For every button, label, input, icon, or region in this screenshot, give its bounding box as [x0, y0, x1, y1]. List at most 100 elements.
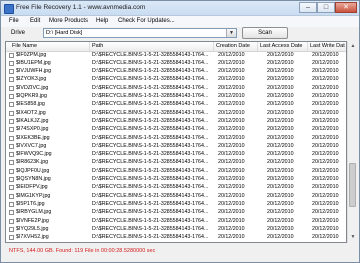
table-row[interactable]: $IKALKJZ.jpg D:\$RECYCLE.BIN\S-1-5-21-328…	[6, 117, 346, 126]
table-row[interactable]: $IFWVQ9C.jpg D:\$RECYCLE.BIN\S-1-5-21-328…	[6, 151, 346, 160]
menu-help[interactable]: Help	[96, 18, 108, 24]
row-checkbox[interactable]	[9, 127, 14, 133]
column-header-last-write-date[interactable]: Last Write Dat	[310, 43, 345, 49]
column-header-path[interactable]: Path	[92, 43, 103, 49]
menu-more-products[interactable]: More Products	[49, 18, 88, 24]
minimize-button[interactable]: –	[299, 2, 317, 13]
last-write-date-cell: 20/12/2010	[312, 176, 339, 182]
last-access-date-cell: 20/12/2010	[267, 217, 294, 224]
last-access-date-cell: 20/12/2010	[267, 176, 294, 182]
last-access-date-cell: 20/12/2010	[267, 134, 294, 141]
path-cell: D:\$RECYCLE.BIN\S-1-5-21-3285584143-1764…	[92, 109, 209, 116]
table-row[interactable]: $I5P1T6.jpg D:\$RECYCLE.BIN\S-1-5-21-3285…	[6, 200, 346, 209]
table-row[interactable]: $IVXVC7.jpg D:\$RECYCLE.BIN\S-1-5-21-3285…	[6, 142, 346, 151]
table-row[interactable]: $IX4OT2.jpg D:\$RECYCLE.BIN\S-1-5-21-3285…	[6, 109, 346, 118]
table-row[interactable]: $IMG1KYP.jpg D:\$RECYCLE.BIN\S-1-5-21-328…	[6, 192, 346, 201]
last-access-date-cell: 20/12/2010	[267, 209, 294, 216]
last-access-date-cell: 20/12/2010	[267, 225, 294, 232]
row-checkbox[interactable]	[9, 210, 14, 216]
path-cell: D:\$RECYCLE.BIN\S-1-5-21-3285584143-1764…	[92, 234, 209, 241]
row-checkbox[interactable]	[9, 77, 14, 83]
row-checkbox[interactable]	[9, 110, 14, 116]
last-write-date-cell: 20/12/2010	[312, 59, 339, 66]
file-name-cell: $IRBYGLM.jpg	[16, 209, 52, 216]
column-header-creation-date[interactable]: Creation Date	[216, 43, 250, 49]
menu-edit[interactable]: Edit	[30, 18, 40, 24]
scroll-up-icon[interactable]: ▲	[349, 42, 357, 50]
table-row[interactable]: $I7XVH52.jpg D:\$RECYCLE.BIN\S-1-5-21-328…	[6, 234, 346, 242]
path-cell: D:\$RECYCLE.BIN\S-1-5-21-3285584143-1764…	[92, 59, 209, 66]
scroll-down-icon[interactable]: ▼	[349, 233, 357, 241]
file-name-cell: $IVJUWFH.jpg	[16, 68, 52, 75]
last-write-date-cell: 20/12/2010	[312, 234, 339, 241]
row-checkbox[interactable]	[9, 69, 14, 75]
title-bar[interactable]: Free File Recovery 1.1 - www.avnmedia.co…	[1, 1, 359, 16]
drive-select[interactable]: D:\ [Hard Disk] ▼	[43, 28, 237, 38]
column-header-file-name[interactable]: File Name	[12, 43, 37, 49]
row-checkbox[interactable]	[9, 201, 14, 207]
row-checkbox[interactable]	[9, 52, 14, 58]
row-checkbox[interactable]	[9, 193, 14, 199]
table-row[interactable]: $IVNFE2P.jpg D:\$RECYCLE.BIN\S-1-5-21-328…	[6, 217, 346, 226]
path-cell: D:\$RECYCLE.BIN\S-1-5-21-3285584143-1764…	[92, 51, 209, 58]
row-checkbox[interactable]	[9, 160, 14, 166]
close-button[interactable]: ✕	[335, 2, 357, 13]
last-write-date-cell: 20/12/2010	[312, 142, 339, 149]
column-divider[interactable]	[257, 42, 258, 51]
row-checkbox[interactable]	[9, 168, 14, 174]
creation-date-cell: 20/12/2010	[218, 142, 245, 149]
table-row[interactable]: $I74SXP0.jpg D:\$RECYCLE.BIN\S-1-5-21-328…	[6, 126, 346, 135]
table-row[interactable]: $IF0ZPM.jpg D:\$RECYCLE.BIN\S-1-5-21-3285…	[6, 51, 346, 60]
row-checkbox[interactable]	[9, 226, 14, 232]
chevron-down-icon[interactable]: ▼	[226, 29, 236, 37]
table-row[interactable]: $IRBYGLM.jpg D:\$RECYCLE.BIN\S-1-5-21-328…	[6, 209, 346, 218]
table-row[interactable]: $IVDZIVC.jpg D:\$RECYCLE.BIN\S-1-5-21-328…	[6, 84, 346, 93]
maximize-button[interactable]: □	[317, 2, 335, 13]
menu-bar: File Edit More Products Help Check For U…	[1, 16, 359, 27]
creation-date-cell: 20/12/2010	[218, 234, 245, 241]
table-row[interactable]: $IBU1EPM.jpg D:\$RECYCLE.BIN\S-1-5-21-328…	[6, 59, 346, 68]
row-checkbox[interactable]	[9, 135, 14, 141]
scrollbar-thumb[interactable]	[349, 163, 356, 207]
table-row[interactable]: $IES858.jpg D:\$RECYCLE.BIN\S-1-5-21-3285…	[6, 101, 346, 110]
path-cell: D:\$RECYCLE.BIN\S-1-5-21-3285584143-1764…	[92, 101, 209, 108]
row-checkbox[interactable]	[9, 235, 14, 241]
table-row[interactable]: $IXEK3BE.jpg D:\$RECYCLE.BIN\S-1-5-21-328…	[6, 134, 346, 143]
file-name-cell: $IVXVC7.jpg	[16, 142, 47, 149]
last-access-date-cell: 20/12/2010	[267, 101, 294, 108]
table-row[interactable]: $IEIDFPV.jpg D:\$RECYCLE.BIN\S-1-5-21-328…	[6, 184, 346, 193]
app-window: Free File Recovery 1.1 - www.avnmedia.co…	[0, 0, 360, 263]
last-access-date-cell: 20/12/2010	[267, 84, 294, 91]
table-row[interactable]: $IQPKR9.jpg D:\$RECYCLE.BIN\S-1-5-21-3285…	[6, 93, 346, 102]
menu-file[interactable]: File	[9, 18, 19, 24]
row-checkbox[interactable]	[9, 60, 14, 66]
menu-check-for-updates[interactable]: Check For Updates...	[118, 18, 175, 24]
row-checkbox[interactable]	[9, 185, 14, 191]
table-row[interactable]: $IYQ29L5.jpg D:\$RECYCLE.BIN\S-1-5-21-328…	[6, 225, 346, 234]
vertical-scrollbar[interactable]: ▲ ▼	[347, 41, 357, 243]
creation-date-cell: 20/12/2010	[218, 68, 245, 75]
row-checkbox[interactable]	[9, 143, 14, 149]
last-write-date-cell: 20/12/2010	[312, 76, 339, 83]
creation-date-cell: 20/12/2010	[218, 209, 245, 216]
table-row[interactable]: $IZYOK3.jpg D:\$RECYCLE.BIN\S-1-5-21-3285…	[6, 76, 346, 85]
row-checkbox[interactable]	[9, 102, 14, 108]
row-checkbox[interactable]	[9, 152, 14, 158]
row-checkbox[interactable]	[9, 85, 14, 91]
row-checkbox[interactable]	[9, 94, 14, 99]
table-row[interactable]: $IR8623K.jpg D:\$RECYCLE.BIN\S-1-5-21-328…	[6, 159, 346, 168]
last-access-date-cell: 20/12/2010	[267, 142, 294, 149]
file-name-cell: $IR8623K.jpg	[16, 159, 49, 166]
column-divider[interactable]	[89, 42, 90, 51]
table-row[interactable]: $IQJPF0U.jpg D:\$RECYCLE.BIN\S-1-5-21-328…	[6, 167, 346, 176]
table-row[interactable]: $IQSYN8N.jpg D:\$RECYCLE.BIN\S-1-5-21-328…	[6, 176, 346, 185]
row-checkbox[interactable]	[9, 218, 14, 224]
row-checkbox[interactable]	[9, 177, 14, 182]
row-checkbox[interactable]	[9, 118, 14, 124]
column-divider[interactable]	[213, 42, 214, 51]
table-row[interactable]: $IVJUWFH.jpg D:\$RECYCLE.BIN\S-1-5-21-328…	[6, 68, 346, 77]
file-name-cell: $IVNFE2P.jpg	[16, 217, 49, 224]
column-divider[interactable]	[307, 42, 308, 51]
scan-button[interactable]: Scan	[242, 27, 288, 39]
column-header-last-access-date[interactable]: Last Access Date	[260, 43, 303, 49]
